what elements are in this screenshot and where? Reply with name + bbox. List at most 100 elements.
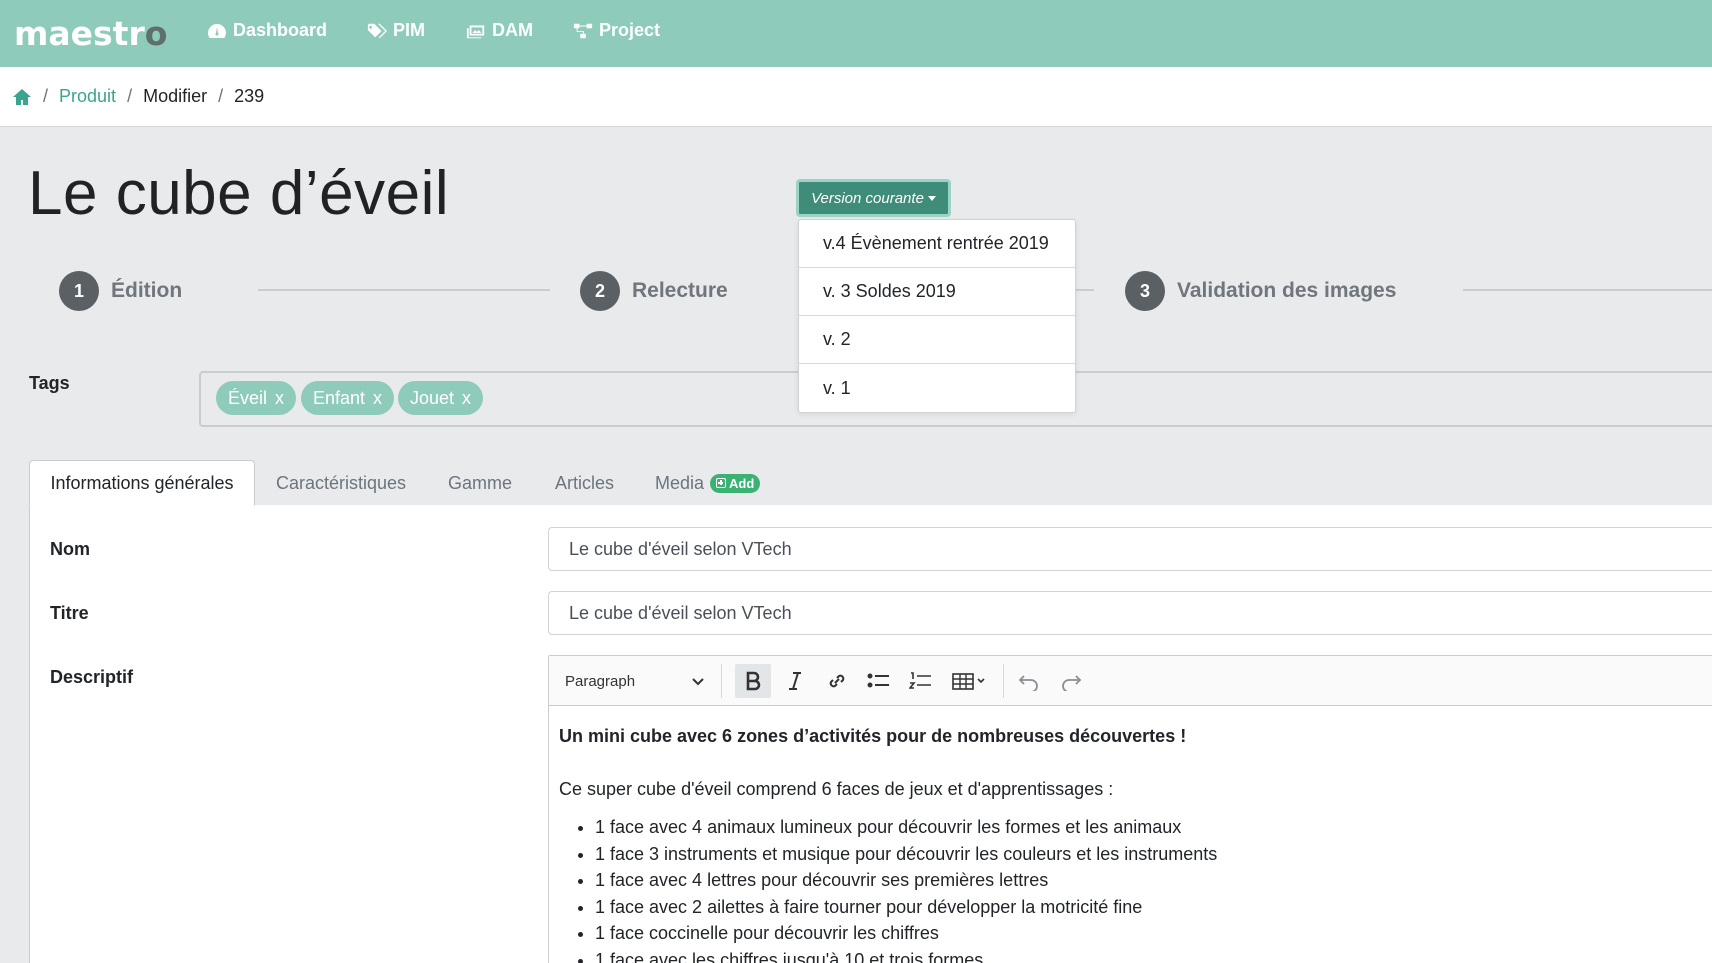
descriptif-editor[interactable]: Paragraph Un mini cube avec 6 zones d’ac… (548, 655, 1712, 963)
tag-label: Jouet (410, 387, 455, 408)
list-item: 1 face avec 4 lettres pour découvrir ses… (595, 867, 1707, 894)
breadcrumb-separator: / (218, 86, 224, 106)
italic-icon (789, 672, 801, 690)
nav-pim-label: PIM (393, 20, 426, 40)
top-navbar: maestro Dashboard PIM DAM Project (0, 0, 1712, 67)
breadcrumb-id: 239 (234, 86, 265, 106)
tag-remove-button[interactable]: x (462, 388, 471, 409)
bold-icon (746, 671, 761, 691)
maestro-logo[interactable]: maestro (14, 14, 167, 53)
nom-input[interactable]: Le cube d'éveil selon VTech (548, 527, 1712, 571)
step-number: 1 (59, 271, 99, 311)
bold-button[interactable] (735, 664, 771, 698)
editor-toolbar: Paragraph (549, 656, 1712, 706)
toolbar-separator (721, 664, 722, 698)
breadcrumb: / Produit / Modifier / 239 (12, 86, 264, 107)
italic-button[interactable] (777, 664, 813, 698)
nav-dashboard[interactable]: Dashboard (207, 20, 327, 41)
tag-chip: Enfant x (301, 381, 395, 415)
version-button-label: Version courante (811, 189, 924, 207)
tab-media[interactable]: Media Add (655, 460, 761, 506)
version-dropdown-menu: v.4 Évènement rentrée 2019 v. 3 Soldes 2… (798, 219, 1076, 413)
breadcrumb-separator: / (127, 86, 133, 106)
tag-label: Enfant (313, 387, 366, 408)
step-label: Relecture (632, 279, 728, 302)
nav-pim[interactable]: PIM (367, 20, 425, 41)
breadcrumb-produit[interactable]: Produit (59, 86, 116, 107)
toolbar-separator (1003, 664, 1004, 698)
nav-project[interactable]: Project (573, 20, 660, 41)
link-icon (829, 674, 845, 688)
tag-chip: Jouet x (398, 381, 484, 415)
images-icon (466, 25, 485, 38)
add-badge-label: Add (729, 475, 755, 491)
bulleted-list-icon (867, 673, 889, 688)
nav-dam[interactable]: DAM (466, 20, 533, 41)
numbered-list-icon (909, 672, 931, 689)
tags-label: Tags (29, 373, 70, 393)
bulleted-list-button[interactable] (861, 664, 897, 698)
titre-input[interactable]: Le cube d'éveil selon VTech (548, 591, 1712, 635)
version-dropdown-button[interactable]: Version courante (796, 179, 951, 217)
tab-informations-generales[interactable]: Informations générales (29, 460, 255, 506)
undo-button[interactable] (1011, 664, 1047, 698)
dashboard-icon (208, 23, 226, 38)
add-media-badge[interactable]: Add (710, 473, 761, 493)
step-edition[interactable]: 1 Édition (59, 271, 182, 311)
step-label: Édition (111, 279, 183, 302)
page-title: Le cube d’éveil (28, 159, 450, 228)
numbered-list-button[interactable] (903, 664, 939, 698)
descriptif-label: Descriptif (50, 667, 134, 687)
list-item: 1 face avec 2 ailettes à faire tourner p… (595, 894, 1707, 921)
link-button[interactable] (819, 664, 855, 698)
chevron-down-icon (692, 678, 704, 686)
list-item: 1 face avec 4 animaux lumineux pour déco… (595, 814, 1707, 841)
step-label: Validation des images (1177, 279, 1397, 302)
step-validation-images[interactable]: 3 Validation des images (1125, 271, 1396, 311)
nom-label: Nom (50, 539, 90, 559)
step-number: 2 (580, 271, 620, 311)
version-option-v4[interactable]: v.4 Évènement rentrée 2019 (799, 220, 1075, 268)
description-bullet-list: 1 face avec 4 animaux lumineux pour déco… (559, 814, 1707, 963)
tab-articles[interactable]: Articles (555, 460, 614, 506)
home-icon[interactable] (12, 88, 32, 106)
description-intro: Ce super cube d'éveil comprend 6 faces d… (559, 779, 1114, 799)
tab-media-label: Media (655, 472, 705, 493)
step-connector (1076, 289, 1094, 291)
step-number: 3 (1125, 271, 1165, 311)
version-option-v2[interactable]: v. 2 (799, 316, 1075, 364)
table-button[interactable] (945, 664, 993, 698)
redo-button[interactable] (1053, 664, 1089, 698)
description-heading: Un mini cube avec 6 zones d’activités po… (559, 726, 1187, 746)
caret-down-icon (927, 195, 936, 201)
tags-icon (367, 23, 387, 38)
plus-square-icon (716, 478, 727, 488)
version-option-v3[interactable]: v. 3 Soldes 2019 (799, 268, 1075, 316)
list-item: 1 face 3 instruments et musique pour déc… (595, 841, 1707, 868)
nav-dam-label: DAM (492, 20, 533, 40)
step-relecture[interactable]: 2 Relecture (580, 271, 728, 311)
titre-label: Titre (50, 603, 89, 623)
table-icon (952, 673, 985, 690)
nav-dashboard-label: Dashboard (233, 20, 328, 40)
editor-content[interactable]: Un mini cube avec 6 zones d’activités po… (549, 706, 1712, 963)
tag-remove-button[interactable]: x (275, 388, 284, 409)
step-connector (258, 289, 550, 291)
project-icon (573, 23, 593, 38)
breadcrumb-bar: / Produit / Modifier / 239 (0, 67, 1712, 127)
version-option-v1[interactable]: v. 1 (799, 364, 1075, 412)
undo-icon (1018, 675, 1038, 691)
breadcrumb-modifier: Modifier (143, 86, 208, 106)
tag-remove-button[interactable]: x (373, 388, 382, 409)
tab-caracteristiques[interactable]: Caractéristiques (276, 460, 406, 506)
list-item: 1 face coccinelle pour découvrir les chi… (595, 920, 1707, 947)
tag-chip: Éveil x (216, 381, 297, 415)
paragraph-format-label: Paragraph (565, 672, 636, 690)
nav-project-label: Project (599, 20, 661, 40)
list-item: 1 face avec les chiffres jusqu'à 10 et t… (595, 947, 1707, 963)
step-connector (1463, 289, 1712, 291)
redo-icon (1062, 675, 1082, 691)
paragraph-format-select[interactable]: Paragraph (565, 668, 705, 694)
breadcrumb-separator: / (43, 86, 49, 106)
tab-gamme[interactable]: Gamme (448, 460, 512, 506)
